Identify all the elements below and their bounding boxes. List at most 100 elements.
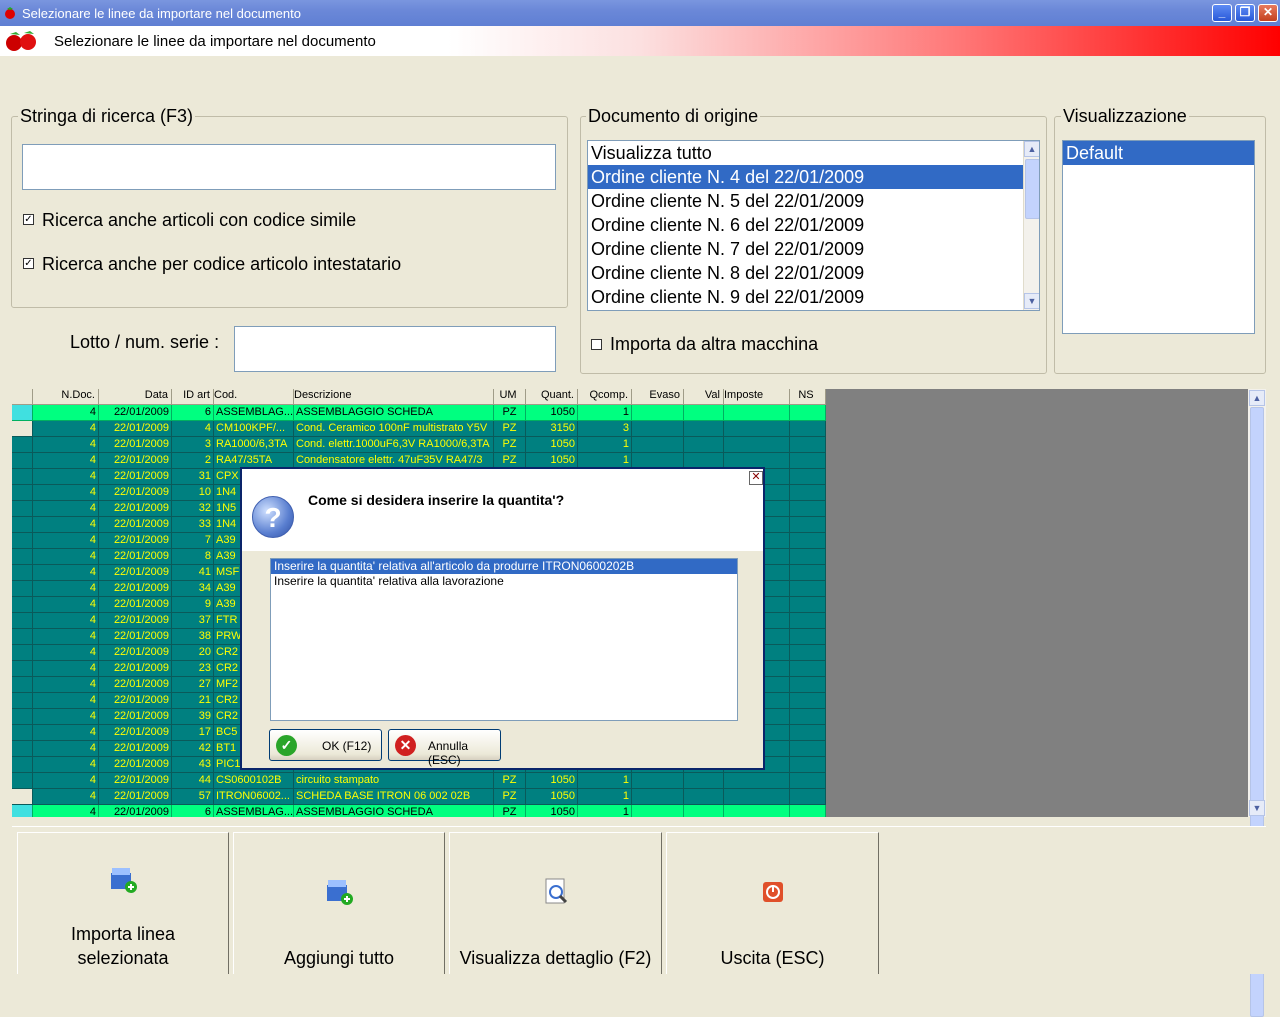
grid-column-header[interactable]: Cod. <box>214 389 294 405</box>
view-detail-button[interactable]: Visualizza dettaglio (F2) <box>449 832 662 974</box>
grid-column-header[interactable]: Qcomp. <box>578 389 632 405</box>
holder-code-checkbox[interactable]: ✓ <box>23 258 34 269</box>
window-close-button[interactable]: ✕ <box>1258 4 1278 22</box>
table-cell: 9 <box>172 597 214 613</box>
cancel-label: Annulla (ESC) <box>428 739 469 767</box>
grid-column-header[interactable]: ID art <box>172 389 214 405</box>
table-row[interactable]: 4 22/01/2009 4 CM100KPF/... Cond. Ceramico 1… <box>12 421 826 437</box>
row-selector[interactable] <box>12 629 33 645</box>
origin-list-item[interactable]: Ordine cliente N. 6 del 22/01/2009 <box>588 213 1023 237</box>
minimize-button[interactable]: _ <box>1212 4 1232 22</box>
window-titlebar[interactable]: Selezionare le linee da importare nel do… <box>0 0 1280 26</box>
row-selector[interactable] <box>12 565 33 581</box>
row-selector[interactable] <box>12 741 33 757</box>
grid-scrollbar[interactable]: ▲ ▼ <box>1248 389 1266 1017</box>
quantity-options-list[interactable]: Inserire la quantita' relativa all'artic… <box>270 558 738 721</box>
origin-group-label: Documento di origine <box>586 106 761 127</box>
search-input[interactable] <box>22 144 556 190</box>
row-selector[interactable] <box>12 725 33 741</box>
grid-scroll-up-icon[interactable]: ▲ <box>1249 390 1265 406</box>
grid-column-header[interactable]: NS <box>790 389 826 405</box>
origin-list-item[interactable]: Ordine cliente N. 5 del 22/01/2009 <box>588 189 1023 213</box>
row-selector[interactable] <box>12 677 33 693</box>
view-item-default[interactable]: Default <box>1063 141 1254 165</box>
row-selector[interactable] <box>12 437 33 453</box>
table-cell: 6 <box>172 405 214 421</box>
import-line-button[interactable]: Importa linea selezionata <box>17 832 229 974</box>
table-cell: 42 <box>172 741 214 757</box>
restore-button[interactable]: ❐ <box>1235 4 1255 22</box>
table-cell: 27 <box>172 677 214 693</box>
origin-list-scrollbar[interactable]: ▲ ▼ <box>1023 141 1039 310</box>
grid-column-header[interactable]: Quant. <box>526 389 578 405</box>
similar-code-label[interactable]: Ricerca anche articoli con codice simile <box>42 210 356 231</box>
origin-list-item[interactable]: Visualizza tutto <box>588 141 1023 165</box>
view-list[interactable]: Default <box>1062 140 1255 334</box>
row-selector[interactable] <box>12 485 33 501</box>
row-selector[interactable] <box>12 597 33 613</box>
holder-code-label[interactable]: Ricerca anche per codice articolo intest… <box>42 254 401 275</box>
row-selector[interactable] <box>12 405 33 421</box>
add-all-button[interactable]: Aggiungi tutto <box>233 832 445 974</box>
table-cell: circuito stampato <box>294 773 494 789</box>
row-selector[interactable] <box>12 805 33 817</box>
table-row[interactable]: 4 22/01/2009 6 ASSEMBLAG... ASSEMBLAGGIO SCH… <box>12 805 826 817</box>
origin-list-item[interactable]: Ordine cliente N. 7 del 22/01/2009 <box>588 237 1023 261</box>
row-selector[interactable] <box>12 773 33 789</box>
grid-scroll-down-icon[interactable]: ▼ <box>1249 800 1265 816</box>
lotto-input[interactable] <box>234 326 556 372</box>
table-cell: 22/01/2009 <box>99 453 172 469</box>
grid-column-header[interactable]: Evaso <box>632 389 684 405</box>
row-selector[interactable] <box>12 581 33 597</box>
origin-list-item[interactable]: Ordine cliente N. 4 del 22/01/2009 <box>588 165 1023 189</box>
origin-list-item[interactable]: Ordine cliente N. 8 del 22/01/2009 <box>588 261 1023 285</box>
table-row[interactable]: 4 22/01/2009 44 CS0600102B circuito stampato… <box>12 773 826 789</box>
table-cell: 4 <box>33 565 99 581</box>
scroll-thumb[interactable] <box>1025 159 1039 219</box>
exit-button[interactable]: Uscita (ESC) <box>666 832 879 974</box>
grid-column-header[interactable]: N.Doc. <box>33 389 99 405</box>
grid-column-header[interactable]: Descrizione <box>294 389 494 405</box>
cancel-button[interactable]: ✕ Annulla (ESC) <box>388 729 501 767</box>
scroll-up-icon[interactable]: ▲ <box>1024 141 1039 157</box>
row-selector[interactable] <box>12 501 33 517</box>
row-selector[interactable] <box>12 517 33 533</box>
grid-column-header[interactable]: UM <box>494 389 526 405</box>
grid-column-header[interactable]: Imposte <box>724 389 790 405</box>
row-selector[interactable] <box>12 693 33 709</box>
similar-code-checkbox[interactable]: ✓ <box>23 214 34 225</box>
row-selector[interactable] <box>12 469 33 485</box>
row-selector[interactable] <box>12 549 33 565</box>
origin-list[interactable]: Visualizza tutto Ordine cliente N. 4 del … <box>587 140 1040 311</box>
option-article-quantity[interactable]: Inserire la quantita' relativa all'artic… <box>271 559 737 574</box>
row-selector[interactable] <box>12 709 33 725</box>
option-process-quantity[interactable]: Inserire la quantita' relativa alla lavo… <box>271 574 737 589</box>
table-row[interactable]: 4 22/01/2009 57 ITRON06002... SCHEDA BASE IT… <box>12 789 826 805</box>
origin-list-item[interactable]: Ordine cliente N. 9 del 22/01/2009 <box>588 285 1023 309</box>
table-cell <box>790 613 826 629</box>
row-selector[interactable] <box>12 789 33 805</box>
table-cell <box>724 805 790 817</box>
grid-empty-area <box>826 389 1248 817</box>
window-title: Selezionare le linee da importare nel do… <box>22 6 301 21</box>
row-selector[interactable] <box>12 661 33 677</box>
table-cell: 22/01/2009 <box>99 597 172 613</box>
row-selector[interactable] <box>12 421 33 437</box>
row-selector[interactable] <box>12 613 33 629</box>
ok-button[interactable]: ✓ OK (F12) <box>269 729 382 761</box>
grid-column-header[interactable]: Data <box>99 389 172 405</box>
table-row[interactable]: 4 22/01/2009 6 ASSEMBLAG... ASSEMBLAGGIO SCH… <box>12 405 826 421</box>
table-cell <box>790 773 826 789</box>
row-selector[interactable] <box>12 757 33 773</box>
row-selector[interactable] <box>12 645 33 661</box>
grid-column-header[interactable]: Val <box>684 389 724 405</box>
table-cell <box>790 597 826 613</box>
other-machine-label[interactable]: Importa da altra macchina <box>610 334 818 355</box>
dialog-close-icon[interactable]: ✕ <box>749 471 763 485</box>
row-selector[interactable] <box>12 533 33 549</box>
table-row[interactable]: 4 22/01/2009 3 RA1000/6,3TA Cond. elettr.100… <box>12 437 826 453</box>
scroll-down-icon[interactable]: ▼ <box>1024 293 1039 309</box>
row-selector[interactable] <box>12 453 33 469</box>
table-cell: 1050 <box>526 437 578 453</box>
other-machine-checkbox[interactable] <box>591 339 602 350</box>
